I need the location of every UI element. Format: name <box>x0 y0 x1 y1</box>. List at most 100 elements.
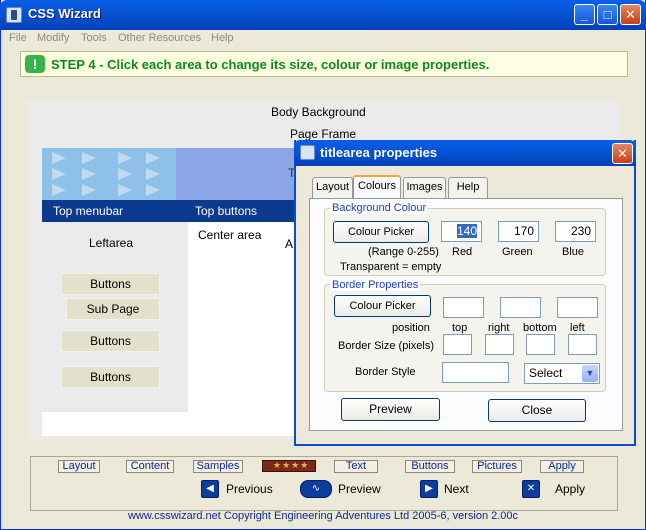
border-style-input[interactable] <box>442 362 509 383</box>
tab-text[interactable]: Text <box>334 460 378 473</box>
preview-dialog-button[interactable]: Preview <box>341 398 440 421</box>
top-buttons-label: Top buttons <box>195 204 258 218</box>
close-dialog-button[interactable]: Close <box>488 399 586 422</box>
arrow-icon <box>118 152 132 164</box>
preview-button[interactable]: Preview <box>338 482 381 496</box>
title-bar[interactable]: CSS Wizard _ □ ✕ <box>0 0 646 30</box>
titlearea-right[interactable]: T <box>176 148 296 200</box>
menu-tools[interactable]: Tools <box>81 30 107 46</box>
chevron-down-icon: ▼ <box>582 365 598 382</box>
right-label: right <box>488 322 510 334</box>
app-icon <box>6 7 22 23</box>
top-label: top <box>452 322 468 334</box>
arrow-icon <box>82 184 96 196</box>
border-properties-legend: Border Properties <box>330 279 421 291</box>
center-area-label: Center area <box>198 228 262 242</box>
arrow-icon <box>52 184 66 196</box>
tab-layout[interactable]: Layout <box>58 460 100 473</box>
background-colour-legend: Background Colour <box>330 202 429 214</box>
menu-modify[interactable]: Modify <box>37 30 69 46</box>
top-menubar-strip[interactable]: Top menubar Top buttons <box>42 200 296 222</box>
arrow-icon <box>52 168 66 180</box>
footer-area[interactable] <box>42 412 296 436</box>
border-style-select[interactable]: Select ▼ <box>524 363 600 384</box>
left-button[interactable]: Buttons <box>61 330 160 352</box>
minimize-button[interactable]: _ <box>574 4 595 25</box>
window-title: CSS Wizard <box>28 6 101 21</box>
border-size-top-input[interactable] <box>443 334 472 355</box>
left-button[interactable]: Buttons <box>61 273 160 295</box>
center-initial: A <box>285 237 294 251</box>
tab-colours[interactable]: Colours <box>353 175 401 199</box>
border-size-bottom-input[interactable] <box>526 334 555 355</box>
tab-help[interactable]: Help <box>448 177 488 198</box>
dialog-title: titlearea properties <box>320 145 438 160</box>
dialog-title-bar[interactable]: titlearea properties ✕ <box>294 140 636 166</box>
arrow-icon <box>52 152 66 164</box>
tab-images[interactable]: Images <box>403 177 446 198</box>
border-colour-r-input[interactable] <box>443 297 484 318</box>
previous-icon[interactable]: ◀ <box>201 480 219 498</box>
step-text: STEP 4 - Click each area to change its s… <box>51 57 490 72</box>
step-banner: ! STEP 4 - Click each area to change its… <box>20 51 628 77</box>
apply-button[interactable]: Apply <box>555 482 585 496</box>
leftarea-label: Leftarea <box>89 236 134 250</box>
menu-other-resources[interactable]: Other Resources <box>118 30 201 46</box>
green-input[interactable]: 170 <box>498 221 539 242</box>
copyright-footer: www.csswizard.net Copyright Engineering … <box>127 510 519 522</box>
arrow-icon <box>146 168 160 180</box>
border-size-left-input[interactable] <box>568 334 597 355</box>
top-menubar-label: Top menubar <box>53 204 124 218</box>
body-background-label: Body Background <box>271 105 366 119</box>
tab-samples[interactable]: Samples <box>193 460 243 473</box>
tab-pictures[interactable]: Pictures <box>472 460 522 473</box>
tab-buttons[interactable]: Buttons <box>405 460 455 473</box>
arrow-icon <box>118 184 132 196</box>
arrow-icon <box>118 168 132 180</box>
close-button[interactable]: ✕ <box>620 4 641 25</box>
blue-label: Blue <box>562 246 585 258</box>
red-label: Red <box>452 246 473 258</box>
left-label: left <box>570 322 585 334</box>
arrow-icon <box>146 184 160 196</box>
dialog-app-icon <box>300 145 315 160</box>
border-colour-b-input[interactable] <box>557 297 598 318</box>
arrow-icon <box>82 168 96 180</box>
leftarea[interactable]: Leftarea Buttons Sub Page Buttons Button… <box>42 222 188 412</box>
menu-file[interactable]: File <box>9 30 27 46</box>
warning-icon: ! <box>25 55 45 73</box>
titlearea-banner[interactable] <box>42 148 176 200</box>
border-size-label: Border Size (pixels) <box>338 340 434 352</box>
border-style-label: Border Style <box>355 366 416 378</box>
tab-layout-dialog[interactable]: Layout <box>312 177 353 198</box>
range-note: (Range 0-255) <box>368 246 439 258</box>
border-colour-picker-button[interactable]: Colour Picker <box>334 295 431 317</box>
arrow-icon <box>82 152 96 164</box>
maximize-button[interactable]: □ <box>597 4 618 25</box>
red-value: 140 <box>456 224 477 238</box>
next-button[interactable]: Next <box>444 482 469 496</box>
border-style-select-value: Select <box>529 366 563 380</box>
sub-page-button[interactable]: Sub Page <box>66 298 160 320</box>
apply-icon[interactable]: ✕ <box>522 480 540 498</box>
page-frame-label: Page Frame <box>290 127 357 141</box>
background-colour-picker-button[interactable]: Colour Picker <box>333 221 429 243</box>
left-button[interactable]: Buttons <box>61 366 160 388</box>
stars-icon: ★★★★ <box>262 460 316 472</box>
border-size-right-input[interactable] <box>485 334 514 355</box>
next-icon[interactable]: ▶ <box>420 480 438 498</box>
transparent-note: Transparent = empty <box>340 261 442 273</box>
position-label: position <box>392 322 430 334</box>
border-colour-g-input[interactable] <box>500 297 541 318</box>
menu-help[interactable]: Help <box>211 30 234 46</box>
red-input[interactable]: 140 <box>441 221 482 242</box>
arrow-icon <box>146 152 160 164</box>
green-label: Green <box>502 246 533 258</box>
preview-icon[interactable]: ∿ <box>300 480 332 498</box>
blue-input[interactable]: 230 <box>555 221 596 242</box>
center-area[interactable]: Center area A <box>188 222 296 412</box>
tab-apply[interactable]: Apply <box>540 460 584 473</box>
previous-button[interactable]: Previous <box>226 482 273 496</box>
tab-content[interactable]: Content <box>126 460 174 473</box>
dialog-close-button[interactable]: ✕ <box>612 143 633 164</box>
